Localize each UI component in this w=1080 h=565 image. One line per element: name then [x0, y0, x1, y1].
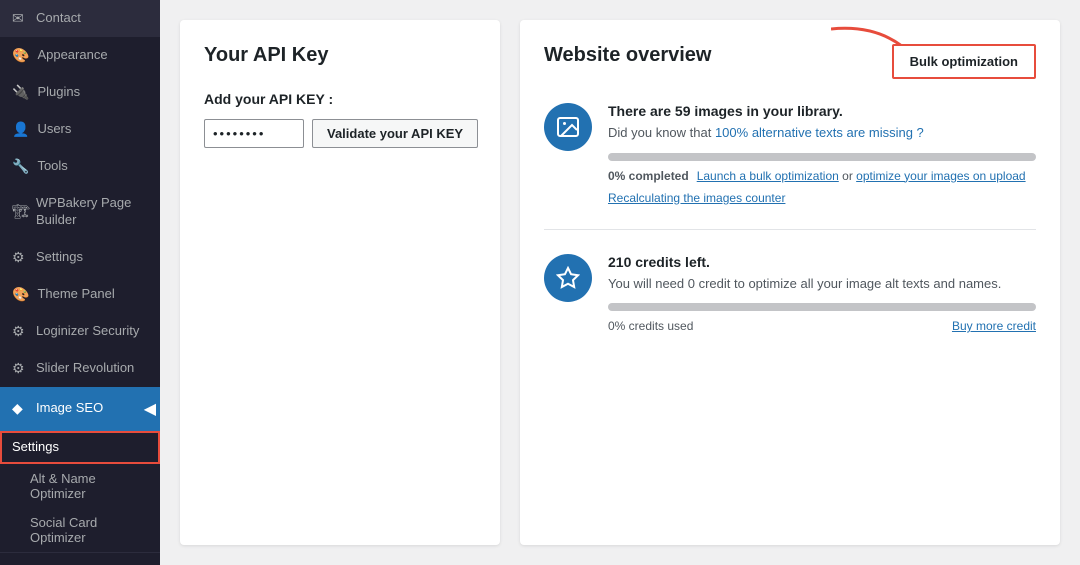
credits-footer: 0% credits used Buy more credit	[608, 319, 1036, 333]
api-key-label: Add your API KEY :	[204, 91, 476, 107]
bulk-btn-container: Bulk optimization	[892, 44, 1036, 79]
sidebar-item-users[interactable]: 👤 Users	[0, 111, 160, 148]
image-circle-icon	[544, 103, 592, 151]
bulk-optimization-button[interactable]: Bulk optimization	[892, 44, 1036, 79]
sidebar-sub-label: Settings	[12, 439, 59, 456]
launch-bulk-optimization-link[interactable]: Launch a bulk optimization	[697, 169, 839, 183]
sidebar-item-label: Appearance	[37, 47, 107, 64]
credits-circle-icon	[544, 254, 592, 302]
sidebar-item-settings-sub[interactable]: Settings	[0, 431, 160, 464]
theme-panel-icon: 🎨	[12, 286, 29, 303]
wpbakery-icon: 🏗	[12, 203, 28, 220]
arrow-right-icon: ◀	[140, 397, 160, 421]
sidebar-item-label: Settings	[36, 249, 83, 266]
slider-revolution-icon: ⚙	[12, 360, 28, 377]
users-icon: 👤	[12, 121, 29, 138]
alt-name-label: Alt & Name Optimizer	[30, 471, 96, 501]
image-seo-icon: ◆	[12, 400, 28, 417]
sidebar-item-image-seo[interactable]: ◆ Image SEO ◀	[0, 387, 160, 431]
credits-title: 210 credits left.	[608, 254, 1036, 270]
sidebar: ✉ Contact 🎨 Appearance 🔌 Plugins 👤 Users…	[0, 0, 160, 565]
images-progress-label: 0% completed	[608, 169, 689, 183]
images-title: There are 59 images in your library.	[608, 103, 1036, 119]
sidebar-item-alt-name-optimizer[interactable]: Alt & Name Optimizer	[0, 464, 160, 508]
images-section: There are 59 images in your library. Did…	[544, 103, 1036, 230]
credits-section: 210 credits left. You will need 0 credit…	[544, 254, 1036, 358]
main-content: Your API Key Add your API KEY : Validate…	[160, 0, 1080, 565]
sidebar-item-label: Image SEO	[36, 400, 103, 417]
or-text: or	[842, 169, 856, 183]
sidebar-item-label: Tools	[37, 158, 67, 175]
credits-section-content: 210 credits left. You will need 0 credit…	[608, 254, 1036, 334]
images-progress-bar-bg	[608, 153, 1036, 161]
credits-used-label: 0% credits used	[608, 319, 693, 333]
sidebar-item-social-card-optimizer[interactable]: Social Card Optimizer	[0, 508, 160, 552]
sidebar-item-label: Users	[37, 121, 71, 138]
loginizer-icon: ⚙	[12, 323, 28, 340]
overview-header: Website overview Bulk optimization	[544, 44, 1036, 79]
sidebar-item-label: Plugins	[37, 84, 80, 101]
credits-description: You will need 0 credit to optimize all y…	[608, 274, 1036, 294]
credits-progress-bar-bg	[608, 303, 1036, 311]
contact-icon: ✉	[12, 10, 28, 27]
sidebar-item-wpbakery[interactable]: 🏗 WPBakery Page Builder	[0, 185, 160, 239]
sidebar-item-theme-panel[interactable]: 🎨 Theme Panel	[0, 276, 160, 313]
credits-section-row: 210 credits left. You will need 0 credit…	[544, 254, 1036, 334]
sidebar-item-label: WPBakery Page Builder	[36, 195, 148, 229]
api-key-input-row: Validate your API KEY	[204, 119, 476, 148]
sidebar-item-label: Theme Panel	[37, 286, 114, 303]
api-key-input[interactable]	[204, 119, 304, 148]
appearance-icon: 🎨	[12, 47, 29, 64]
api-key-title: Your API Key	[204, 44, 476, 67]
overview-panel: Website overview Bulk optimization	[520, 20, 1060, 545]
sidebar-item-appearance[interactable]: 🎨 Appearance	[0, 37, 160, 74]
tools-icon: 🔧	[12, 158, 29, 175]
sidebar-item-slider-revolution[interactable]: ⚙ Slider Revolution	[0, 350, 160, 387]
social-card-label: Social Card Optimizer	[30, 515, 97, 545]
optimize-on-upload-link[interactable]: optimize your images on upload	[856, 169, 1025, 183]
alt-text-highlight: 100% alternative texts are missing ?	[715, 125, 924, 140]
api-key-panel: Your API Key Add your API KEY : Validate…	[180, 20, 500, 545]
sidebar-item-label: Slider Revolution	[36, 360, 134, 377]
plugins-icon: 🔌	[12, 84, 29, 101]
sidebar-item-label: Loginizer Security	[36, 323, 139, 340]
image-icon	[556, 115, 580, 139]
settings-icon: ⚙	[12, 249, 28, 266]
sidebar-item-settings[interactable]: ⚙ Settings	[0, 239, 160, 276]
sidebar-item-label: Contact	[36, 10, 81, 27]
images-progress-links: Launch a bulk optimization or optimize y…	[697, 169, 1026, 183]
overview-title: Website overview	[544, 44, 711, 67]
collapse-menu[interactable]: ◀ Collapse menu	[0, 552, 160, 565]
sidebar-item-tools[interactable]: 🔧 Tools	[0, 148, 160, 185]
validate-api-key-button[interactable]: Validate your API KEY	[312, 119, 478, 148]
images-description: Did you know that 100% alternative texts…	[608, 123, 1036, 143]
sidebar-item-loginizer[interactable]: ⚙ Loginizer Security	[0, 313, 160, 350]
images-progress-info: 0% completed Launch a bulk optimization …	[608, 169, 1036, 183]
images-section-row: There are 59 images in your library. Did…	[544, 103, 1036, 205]
sidebar-item-contact[interactable]: ✉ Contact	[0, 0, 160, 37]
buy-more-credit-link[interactable]: Buy more credit	[952, 319, 1036, 333]
star-icon	[556, 266, 580, 290]
images-section-content: There are 59 images in your library. Did…	[608, 103, 1036, 205]
sidebar-item-plugins[interactable]: 🔌 Plugins	[0, 74, 160, 111]
recalculate-link[interactable]: Recalculating the images counter	[608, 191, 1036, 205]
